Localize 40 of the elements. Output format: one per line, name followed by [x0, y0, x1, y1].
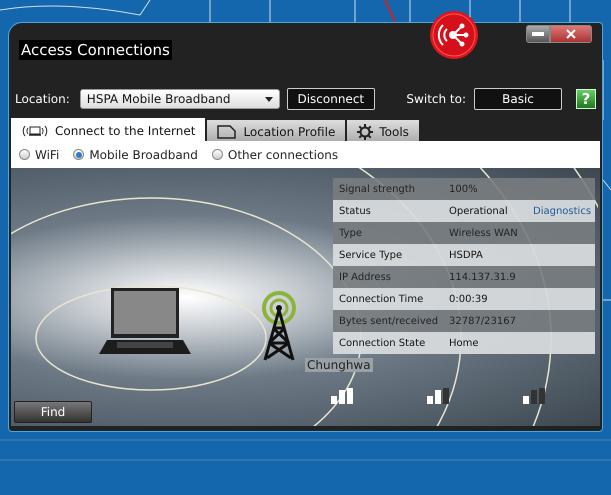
detail-label: Type	[339, 228, 363, 238]
detail-label: Bytes sent/received	[339, 316, 440, 326]
connection-type-radio[interactable]: WiFi	[19, 148, 60, 162]
caret-icon	[264, 96, 273, 102]
detail-value: HSDPA	[449, 250, 484, 260]
detail-value: 100%	[449, 184, 479, 194]
gear-icon	[357, 124, 374, 140]
detail-value: 114.137.31.9	[449, 272, 517, 282]
diagnostics-link[interactable]: Diagnostics	[533, 206, 600, 216]
detail-label: Connection Time	[339, 294, 424, 304]
connection-type-radio[interactable]: Mobile Broadband	[73, 148, 198, 162]
minimize-icon	[532, 32, 544, 36]
detail-label: Status	[339, 206, 372, 216]
network-share-logo-icon	[429, 10, 479, 60]
detail-value: Operational	[449, 206, 509, 216]
tab[interactable]: Connect to the Internet	[11, 118, 206, 143]
basic-mode-button[interactable]: Basic	[474, 88, 562, 110]
disconnect-button[interactable]: Disconnect	[286, 88, 375, 110]
detail-value: 32787/23167	[449, 316, 517, 326]
close-button[interactable]	[550, 25, 592, 43]
minimize-button[interactable]	[526, 25, 550, 43]
window-title: Access Connections	[19, 40, 172, 60]
find-button[interactable]: Find	[14, 401, 92, 423]
detail-value: Wireless WAN	[449, 228, 519, 238]
folder-icon	[217, 124, 238, 138]
detail-label: Connection State	[339, 338, 426, 348]
close-icon	[566, 29, 576, 39]
detail-value: 0:00:39	[449, 294, 489, 304]
switch-to-label: Switch to:	[406, 92, 466, 106]
laptop-waves-icon	[21, 124, 49, 138]
tab[interactable]: Location Profile	[207, 120, 346, 143]
location-label: Location:	[15, 92, 70, 106]
connection-type-radio[interactable]: Other connections	[212, 148, 338, 162]
detail-label: IP Address	[339, 272, 392, 282]
tab[interactable]: Tools	[347, 120, 419, 143]
network-name-label: Chunghwa	[305, 358, 373, 372]
detail-value: Home	[449, 338, 480, 348]
detail-label: Signal strength	[339, 184, 416, 194]
location-dropdown[interactable]: HSPA Mobile Broadband	[80, 89, 280, 109]
detail-label: Service Type	[339, 250, 404, 260]
